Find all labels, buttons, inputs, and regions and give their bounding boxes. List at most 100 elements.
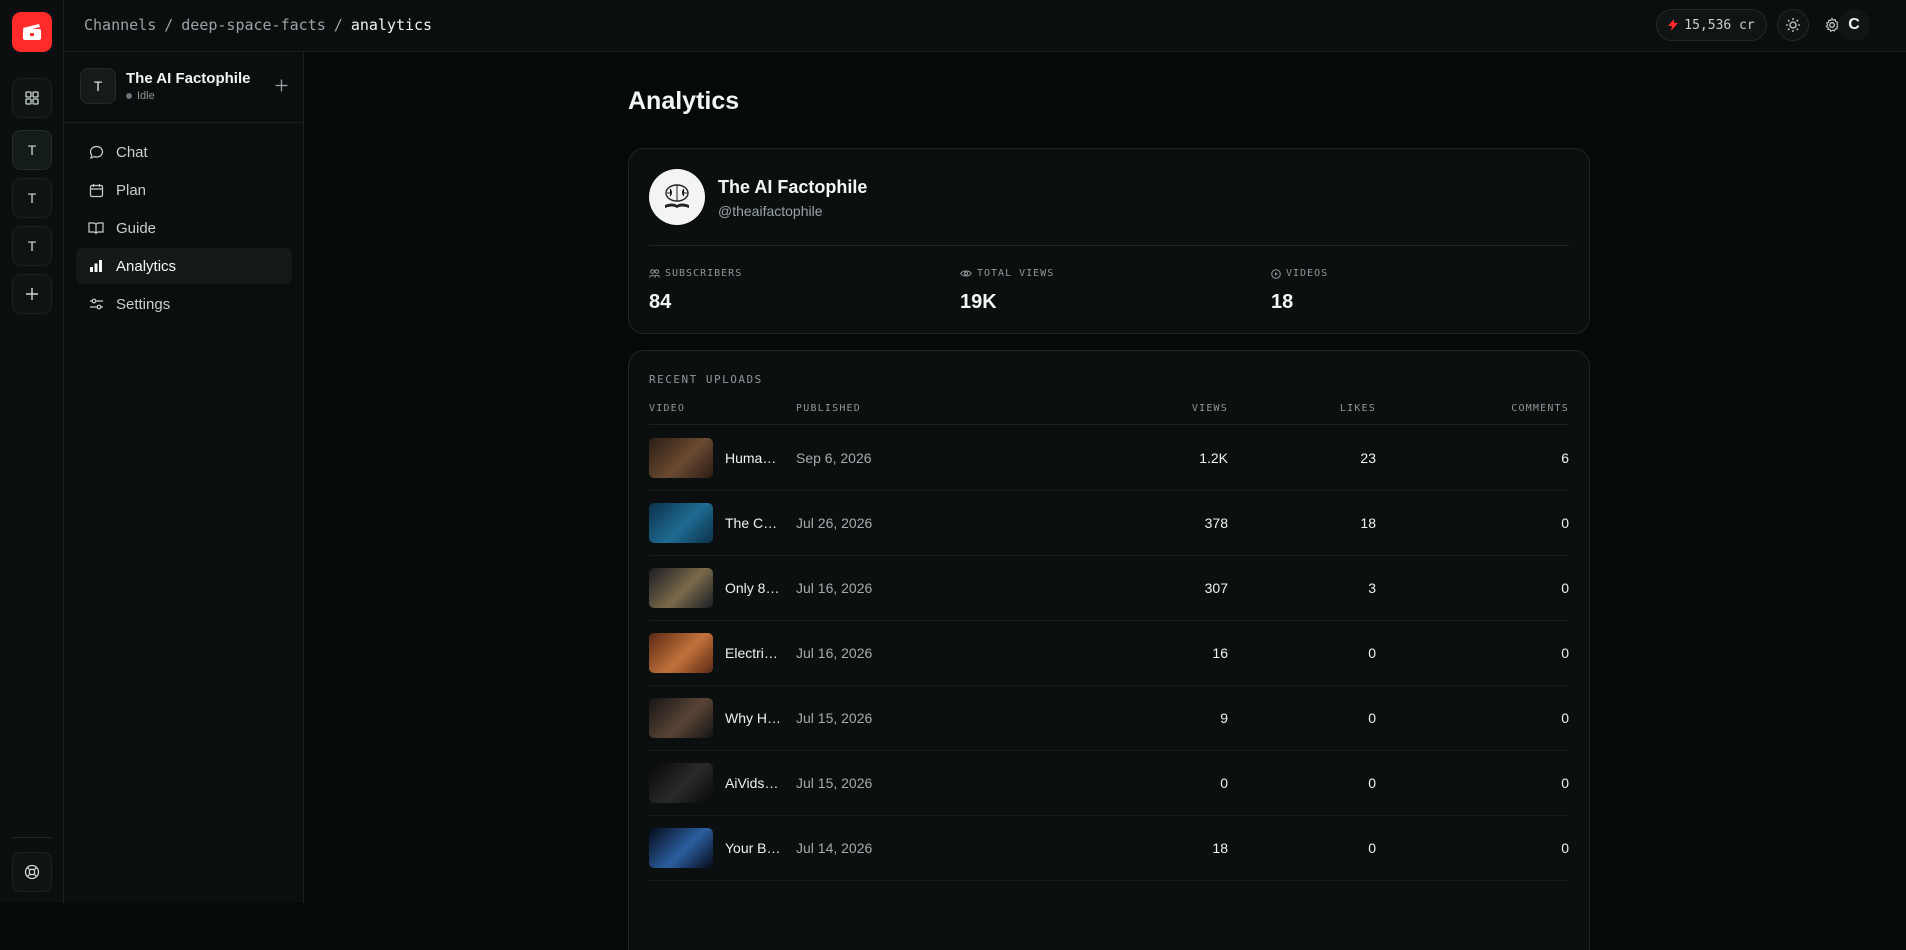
table-row[interactable]: The Co… Jul 26, 2026 378 18 0 (649, 491, 1569, 556)
table-row[interactable]: Why Hu… Jul 15, 2026 9 0 0 (649, 686, 1569, 751)
stat-videos: VIDEOS 18 (1271, 268, 1328, 314)
new-chat-button[interactable] (275, 76, 288, 97)
table-row[interactable]: Human… Sep 6, 2026 1.2K 23 6 (649, 426, 1569, 491)
page-title: Analytics (628, 87, 740, 115)
rail-channel-1[interactable]: T (12, 130, 52, 170)
video-thumbnail[interactable] (649, 763, 713, 803)
rail-divider (12, 837, 52, 838)
eye-icon (960, 270, 972, 277)
sidebar-item-plan[interactable]: Plan (76, 172, 292, 208)
sidebar-item-label: Settings (116, 295, 171, 313)
video-title[interactable]: AiVids … (725, 775, 782, 791)
views-count: 307 (1204, 580, 1228, 596)
video-thumbnail[interactable] (649, 438, 713, 478)
breadcrumb-current: analytics (350, 16, 433, 34)
likes-count: 0 (1368, 710, 1376, 726)
table-row[interactable]: AiVids … Jul 15, 2026 0 0 0 (649, 751, 1569, 816)
comments-count: 0 (1561, 775, 1569, 791)
sidebar-item-settings[interactable]: Settings (76, 286, 292, 322)
stat-label-row: SUBSCRIBERS (649, 268, 742, 279)
stat-subscribers: SUBSCRIBERS 84 (649, 268, 742, 314)
breadcrumb-separator: / (164, 16, 174, 34)
likes-count: 0 (1368, 840, 1376, 856)
sidebar-item-chat[interactable]: Chat (76, 134, 292, 170)
sidebar-item-analytics[interactable]: Analytics (76, 248, 292, 284)
breadcrumb: Channels / deep-space-facts / analytics (84, 16, 432, 34)
video-thumbnail[interactable] (649, 503, 713, 543)
clapperboard-icon (23, 24, 41, 40)
published-date: Jul 15, 2026 (796, 710, 873, 726)
video-thumbnail[interactable] (649, 828, 713, 868)
likes-count: 18 (1360, 515, 1376, 531)
views-count: 9 (1220, 710, 1228, 726)
theme-toggle-button[interactable] (1777, 9, 1809, 41)
stat-value: 18 (1271, 291, 1294, 313)
table-row[interactable]: Your Br… Jul 14, 2026 18 0 0 (649, 816, 1569, 881)
main-content: Analytics The AI Factophile @theaifactop… (304, 52, 1906, 950)
stat-label-row: VIDEOS (1271, 268, 1328, 279)
video-title[interactable]: Human… (725, 450, 782, 466)
channel-profile-card: The AI Factophile @theaifactophile SUBSC… (628, 148, 1590, 334)
likes-count: 23 (1360, 450, 1376, 466)
video-title[interactable]: Only 8 … (725, 580, 782, 596)
sidebar-item-label: Guide (116, 219, 157, 237)
chat-bubble-icon (88, 144, 104, 160)
published-date: Sep 6, 2026 (796, 450, 872, 466)
col-likes: LIKES (1339, 403, 1376, 414)
likes-count: 0 (1368, 775, 1376, 791)
video-thumbnail[interactable] (649, 568, 713, 608)
comments-count: 6 (1561, 450, 1569, 466)
rail-channel-3[interactable]: T (12, 226, 52, 266)
uploads-title: RECENT UPLOADS (649, 373, 763, 386)
channel-sidebar: T The AI Factophile Idle Chat Plan Guide… (64, 52, 304, 903)
user-avatar-button[interactable]: C (1838, 9, 1870, 41)
video-title[interactable]: The Co… (725, 515, 782, 531)
channel-avatar[interactable]: T (80, 68, 116, 104)
video-title[interactable]: Why Hu… (725, 710, 782, 726)
published-date: Jul 26, 2026 (796, 515, 873, 531)
stat-label: VIDEOS (1286, 268, 1329, 279)
top-bar: Channels / deep-space-facts / analytics … (64, 0, 1906, 52)
col-views: VIEWS (1191, 403, 1228, 414)
video-title[interactable]: Electric… (725, 645, 782, 661)
sun-icon (1786, 18, 1800, 32)
book-icon (88, 220, 104, 236)
app-logo[interactable] (12, 12, 52, 52)
sidebar-item-label: Analytics (116, 257, 177, 275)
stat-value: 84 (649, 291, 672, 313)
col-comments: COMMENTS (1511, 403, 1569, 414)
likes-count: 3 (1368, 580, 1376, 596)
video-thumbnail[interactable] (649, 698, 713, 738)
status-label: Idle (137, 90, 155, 102)
comments-count: 0 (1561, 645, 1569, 661)
channel-logo (649, 169, 705, 225)
comments-count: 0 (1561, 840, 1569, 856)
published-date: Jul 15, 2026 (796, 775, 873, 791)
profile-name: The AI Factophile (718, 177, 868, 197)
sidebar-item-guide[interactable]: Guide (76, 210, 292, 246)
credits-badge[interactable]: 15,536 cr (1656, 9, 1767, 41)
channel-status: Idle (126, 90, 155, 102)
views-count: 378 (1204, 515, 1228, 531)
breadcrumb-channel[interactable]: deep-space-facts (181, 16, 326, 34)
add-channel-button[interactable] (12, 274, 52, 314)
credits-value: 15,536 cr (1684, 17, 1755, 33)
table-row[interactable]: Only 8 … Jul 16, 2026 307 3 0 (649, 556, 1569, 621)
help-button[interactable] (12, 852, 52, 892)
video-title[interactable]: Your Br… (725, 840, 782, 856)
sidebar-divider (64, 122, 304, 123)
profile-divider (649, 245, 1569, 246)
stat-label: TOTAL VIEWS (977, 268, 1055, 279)
lifebuoy-icon (24, 864, 40, 880)
table-row[interactable]: Electric… Jul 16, 2026 16 0 0 (649, 621, 1569, 686)
sidebar-nav: Chat Plan Guide Analytics Settings (76, 134, 292, 324)
views-count: 0 (1220, 775, 1228, 791)
rail-channel-2[interactable]: T (12, 178, 52, 218)
video-thumbnail[interactable] (649, 633, 713, 673)
breadcrumb-channels[interactable]: Channels (84, 16, 156, 34)
grid-icon (25, 91, 39, 105)
uploads-table-header: VIDEO PUBLISHED VIEWS LIKES COMMENTS (649, 403, 1569, 425)
likes-count: 0 (1368, 645, 1376, 661)
apps-grid-button[interactable] (12, 78, 52, 118)
channel-name: The AI Factophile (126, 70, 251, 87)
